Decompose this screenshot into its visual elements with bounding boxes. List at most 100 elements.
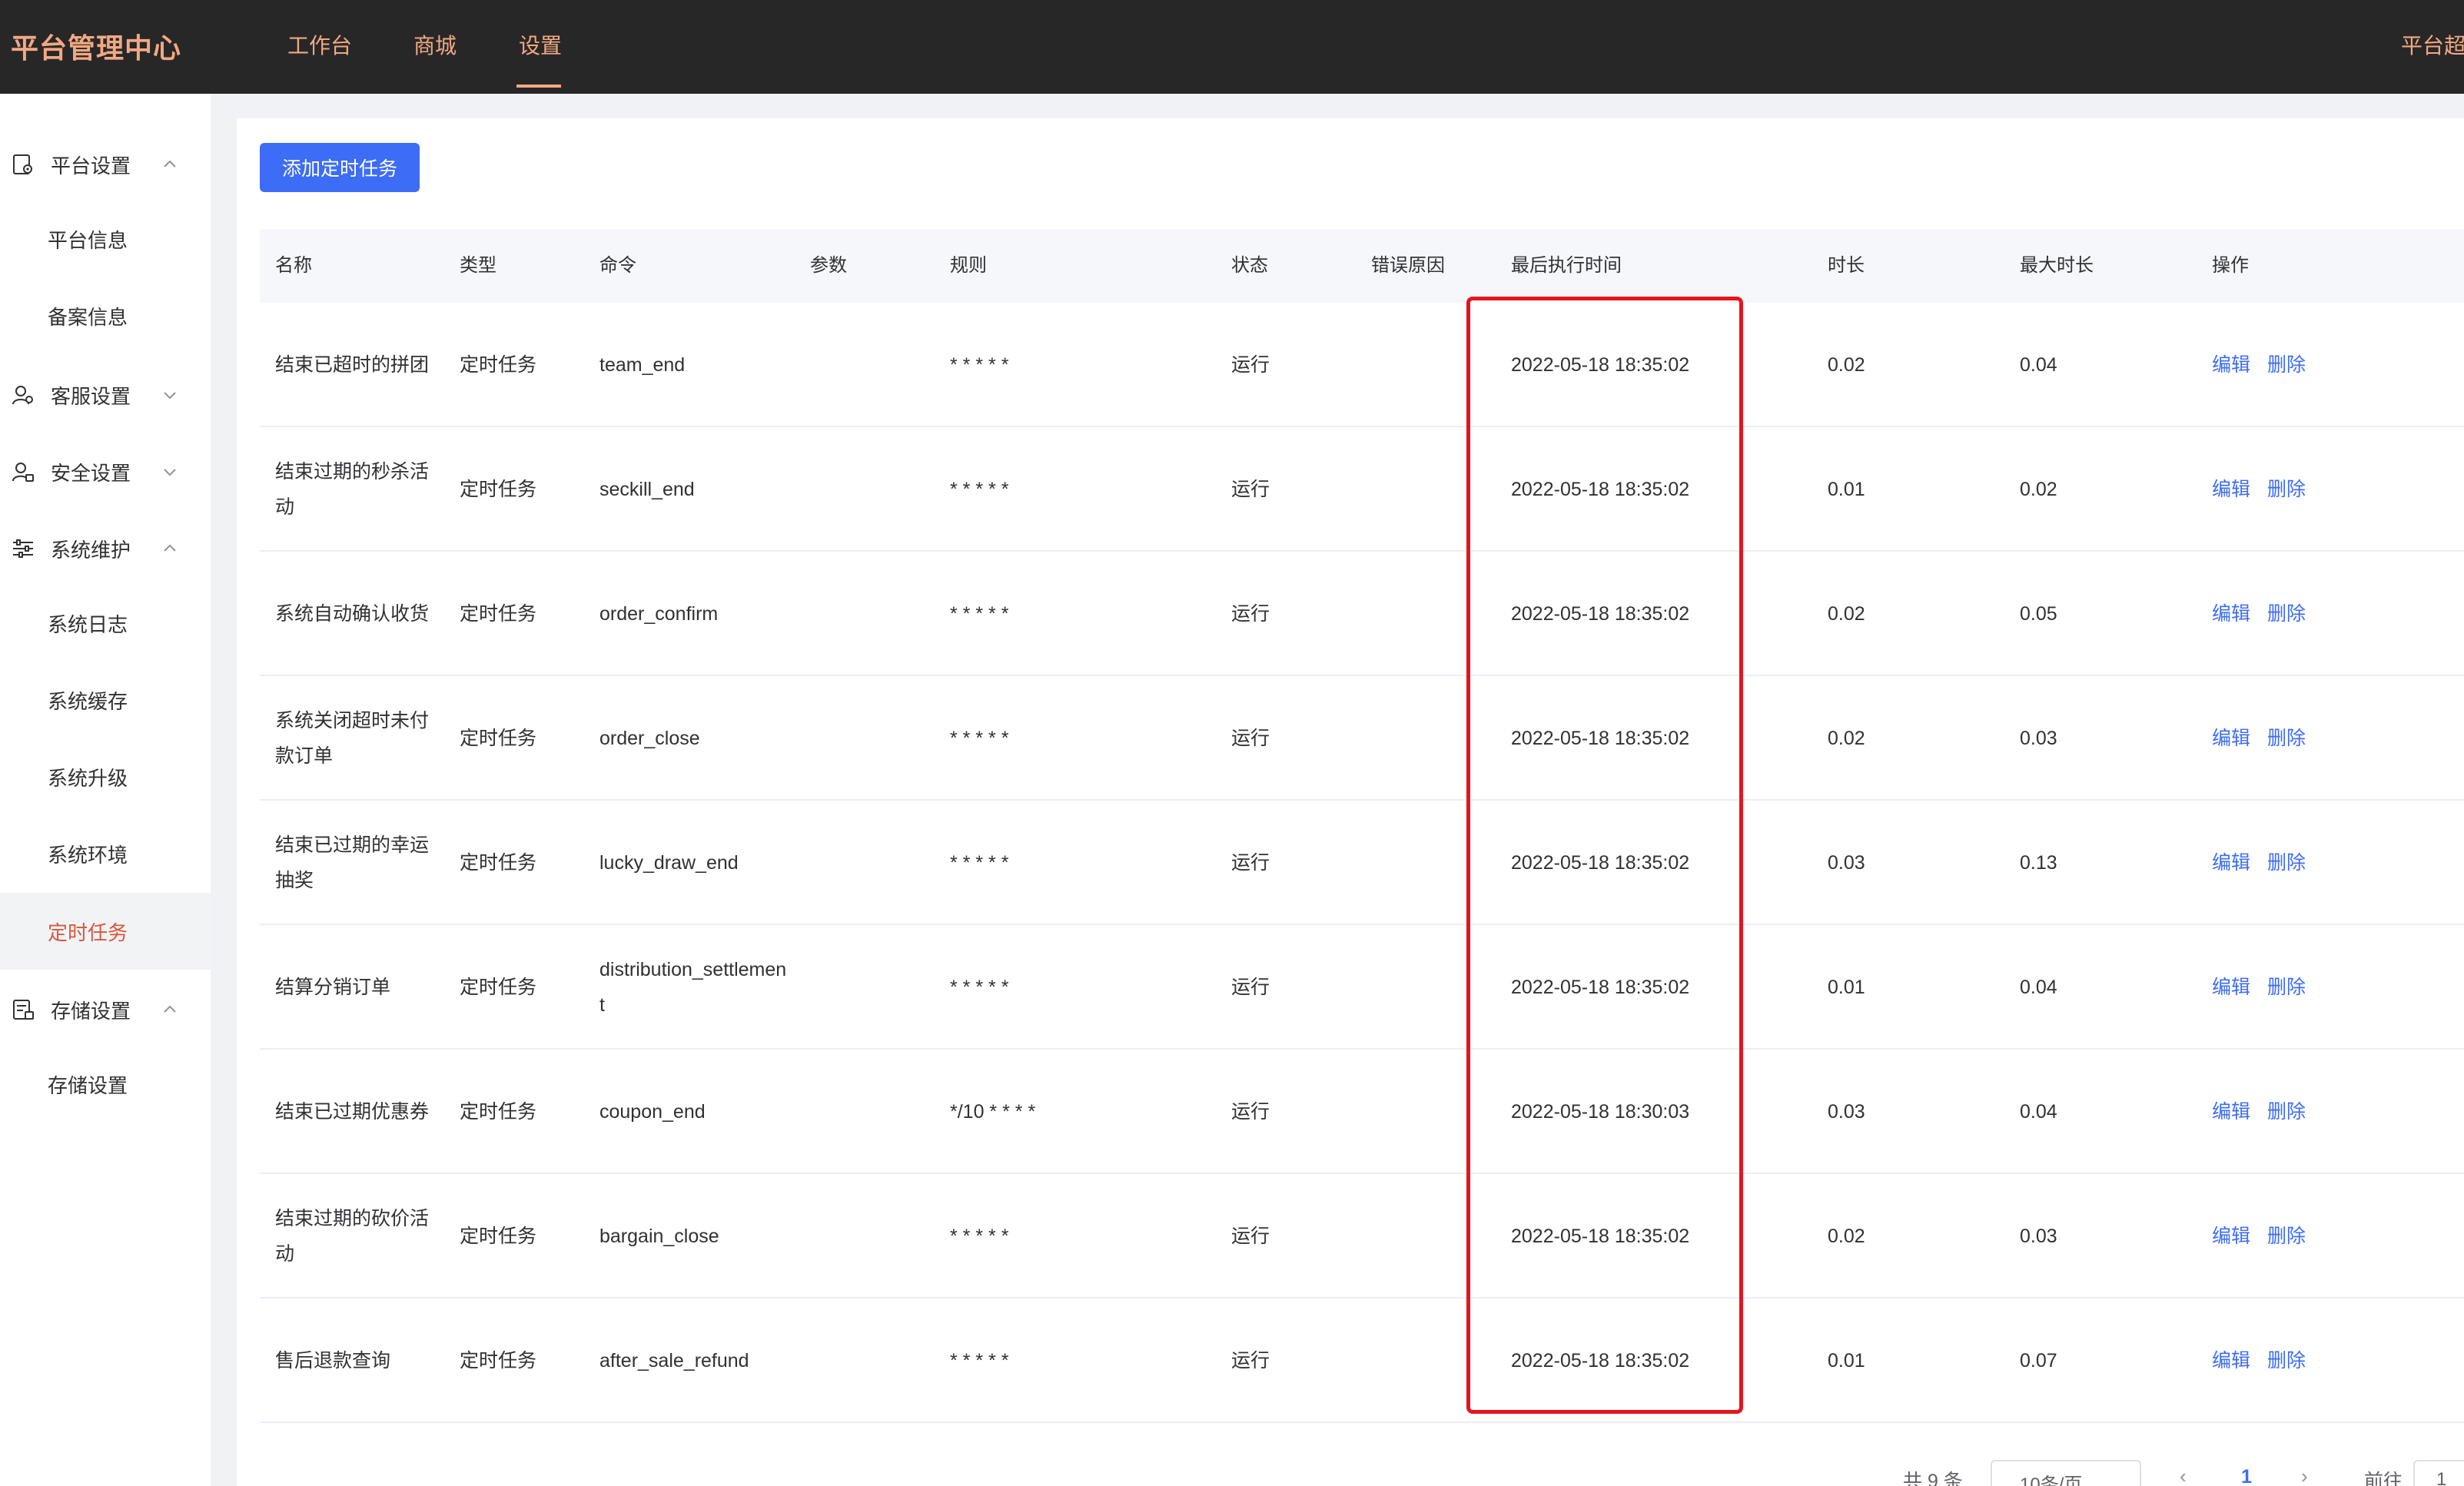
delete-link[interactable]: 删除 [2267, 801, 2306, 925]
user-menu[interactable]: 平台超级 [2401, 29, 2464, 60]
cell-duration: 0.02 [1828, 1226, 1865, 1247]
cell-rule: * * * * * [950, 852, 1009, 874]
edit-link[interactable]: 编辑 [2212, 925, 2250, 1050]
column-header-error: 错误原因 [1371, 255, 1445, 276]
table-row: 系统自动确认收货 定时任务 order_confirm * * * * * 运行 2022… [260, 552, 2464, 676]
top-bar: 平台管理中心 工作台 商城 设置 平台超级 [0, 0, 2464, 94]
cell-duration: 0.02 [1828, 354, 1865, 376]
table-row: 售后退款查询 定时任务 after_sale_refund * * * * * 运行 20… [260, 1299, 2464, 1423]
cell-max-duration: 0.05 [2020, 603, 2057, 625]
pagination-current-page[interactable]: 1 [2241, 1466, 2252, 1486]
cell-last-run: 2022-05-18 18:35:02 [1511, 479, 1690, 500]
cell-last-run: 2022-05-18 18:35:02 [1511, 728, 1690, 749]
cell-name: 系统关闭超时未付款订单 [275, 710, 430, 767]
cell-rule: */10 * * * * [950, 1101, 1036, 1123]
edit-link[interactable]: 编辑 [2212, 1299, 2250, 1423]
sidebar-group-customer-service[interactable]: 客服设置 [0, 364, 211, 426]
cell-command: distribution_settlement [599, 959, 787, 1016]
brand-title: 平台管理中心 [11, 32, 182, 64]
cell-command: team_end [599, 354, 686, 376]
delete-link[interactable]: 删除 [2267, 552, 2306, 676]
table-row: 结算分销订单 定时任务 distribution_settlement * * * *… [260, 925, 2464, 1050]
user-lock-icon [12, 463, 34, 482]
settings-doc-icon [13, 154, 32, 174]
delete-link[interactable]: 删除 [2267, 427, 2306, 552]
cell-type: 定时任务 [460, 1226, 537, 1247]
pagination-goto-label: 前往 [2364, 1471, 2403, 1486]
page-size-select[interactable]: 10条/页 [1991, 1460, 2141, 1486]
cell-status: 运行 [1231, 852, 1270, 874]
cell-type: 定时任务 [460, 1350, 537, 1372]
nav-active-indicator [516, 85, 561, 88]
sidebar-group-system-maintenance[interactable]: 系统维护 [0, 518, 211, 579]
chevron-down-icon [164, 392, 176, 400]
edit-link[interactable]: 编辑 [2212, 801, 2250, 925]
sidebar-item-scheduled-tasks[interactable]: 定时任务 [0, 893, 211, 970]
cell-rule: * * * * * [950, 354, 1009, 376]
chevron-up-icon [164, 544, 176, 552]
cell-last-run: 2022-05-18 18:35:02 [1511, 977, 1690, 998]
sidebar-item-platform-info[interactable]: 平台信息 [0, 204, 211, 274]
cell-duration: 0.01 [1828, 977, 1865, 998]
edit-link[interactable]: 编辑 [2212, 676, 2250, 801]
column-header-command: 命令 [599, 255, 636, 276]
cell-command: order_confirm [599, 603, 719, 625]
cell-max-duration: 0.03 [2020, 728, 2057, 749]
delete-link[interactable]: 删除 [2267, 303, 2306, 427]
nav-workbench[interactable]: 工作台 [287, 29, 352, 60]
next-page-button[interactable]: › [2301, 1464, 2308, 1486]
cell-rule: * * * * * [950, 479, 1009, 500]
cell-command: bargain_close [599, 1226, 719, 1247]
delete-link[interactable]: 删除 [2267, 1050, 2306, 1174]
sidebar-item-filing-info[interactable]: 备案信息 [0, 281, 211, 350]
cell-type: 定时任务 [460, 977, 537, 998]
column-header-duration: 时长 [1828, 255, 1865, 276]
cell-duration: 0.01 [1828, 1350, 1865, 1372]
cell-type: 定时任务 [460, 603, 537, 625]
sidebar-group-security[interactable]: 安全设置 [0, 441, 211, 503]
table-row: 结束过期的砍价活动 定时任务 bargain_close * * * * * 运行 202… [260, 1174, 2464, 1299]
cell-type: 定时任务 [460, 354, 537, 376]
sidebar-item-system-env[interactable]: 系统环境 [0, 819, 211, 888]
table-row: 结束已过期的幸运抽奖 定时任务 lucky_draw_end * * * * * 运行 2… [260, 801, 2464, 925]
delete-link[interactable]: 删除 [2267, 925, 2306, 1050]
prev-page-button[interactable]: ‹ [2180, 1464, 2187, 1486]
edit-link[interactable]: 编辑 [2212, 303, 2250, 427]
sidebar-item-system-log[interactable]: 系统日志 [0, 589, 211, 658]
sidebar-item-storage-settings[interactable]: 存储设置 [0, 1050, 211, 1119]
cell-max-duration: 0.04 [2020, 354, 2057, 376]
sidebar-item-system-cache[interactable]: 系统缓存 [0, 665, 211, 735]
sidebar-group-platform-settings[interactable]: 平台设置 [0, 134, 211, 195]
cell-duration: 0.03 [1828, 852, 1865, 874]
cell-status: 运行 [1231, 1350, 1270, 1372]
column-header-actions: 操作 [2212, 255, 2249, 276]
cell-name: 售后退款查询 [275, 1350, 391, 1372]
cell-max-duration: 0.04 [2020, 977, 2057, 998]
cell-duration: 0.03 [1828, 1101, 1865, 1123]
nav-mall[interactable]: 商城 [413, 29, 457, 60]
sidebar: 平台设置 平台信息 备案信息 客服设置 安全设置 系统维护 系统日志 系统缓存 … [0, 94, 211, 1486]
cell-last-run: 2022-05-18 18:35:02 [1511, 603, 1690, 625]
edit-link[interactable]: 编辑 [2212, 552, 2250, 676]
cell-rule: * * * * * [950, 603, 1009, 625]
edit-link[interactable]: 编辑 [2212, 1174, 2250, 1299]
add-scheduled-task-button[interactable]: 添加定时任务 [260, 143, 420, 192]
sidebar-group-storage[interactable]: 存储设置 [0, 979, 211, 1040]
cell-max-duration: 0.04 [2020, 1101, 2057, 1123]
pagination-goto-input[interactable]: 1 [2413, 1460, 2464, 1486]
cell-name: 系统自动确认收货 [275, 603, 430, 625]
sidebar-item-label: 系统缓存 [48, 689, 128, 713]
cell-name: 结束已过期的幸运抽奖 [275, 834, 430, 891]
cell-name: 结束已过期优惠券 [275, 1101, 430, 1123]
cell-type: 定时任务 [460, 1101, 537, 1123]
customer-service-icon [12, 386, 33, 405]
nav-settings[interactable]: 设置 [519, 29, 562, 60]
cell-status: 运行 [1231, 479, 1270, 500]
sidebar-item-system-upgrade[interactable]: 系统升级 [0, 742, 211, 811]
delete-link[interactable]: 删除 [2267, 1299, 2306, 1423]
cell-type: 定时任务 [460, 728, 537, 749]
delete-link[interactable]: 删除 [2267, 1174, 2306, 1299]
edit-link[interactable]: 编辑 [2212, 427, 2250, 552]
edit-link[interactable]: 编辑 [2212, 1050, 2250, 1174]
delete-link[interactable]: 删除 [2267, 676, 2306, 801]
